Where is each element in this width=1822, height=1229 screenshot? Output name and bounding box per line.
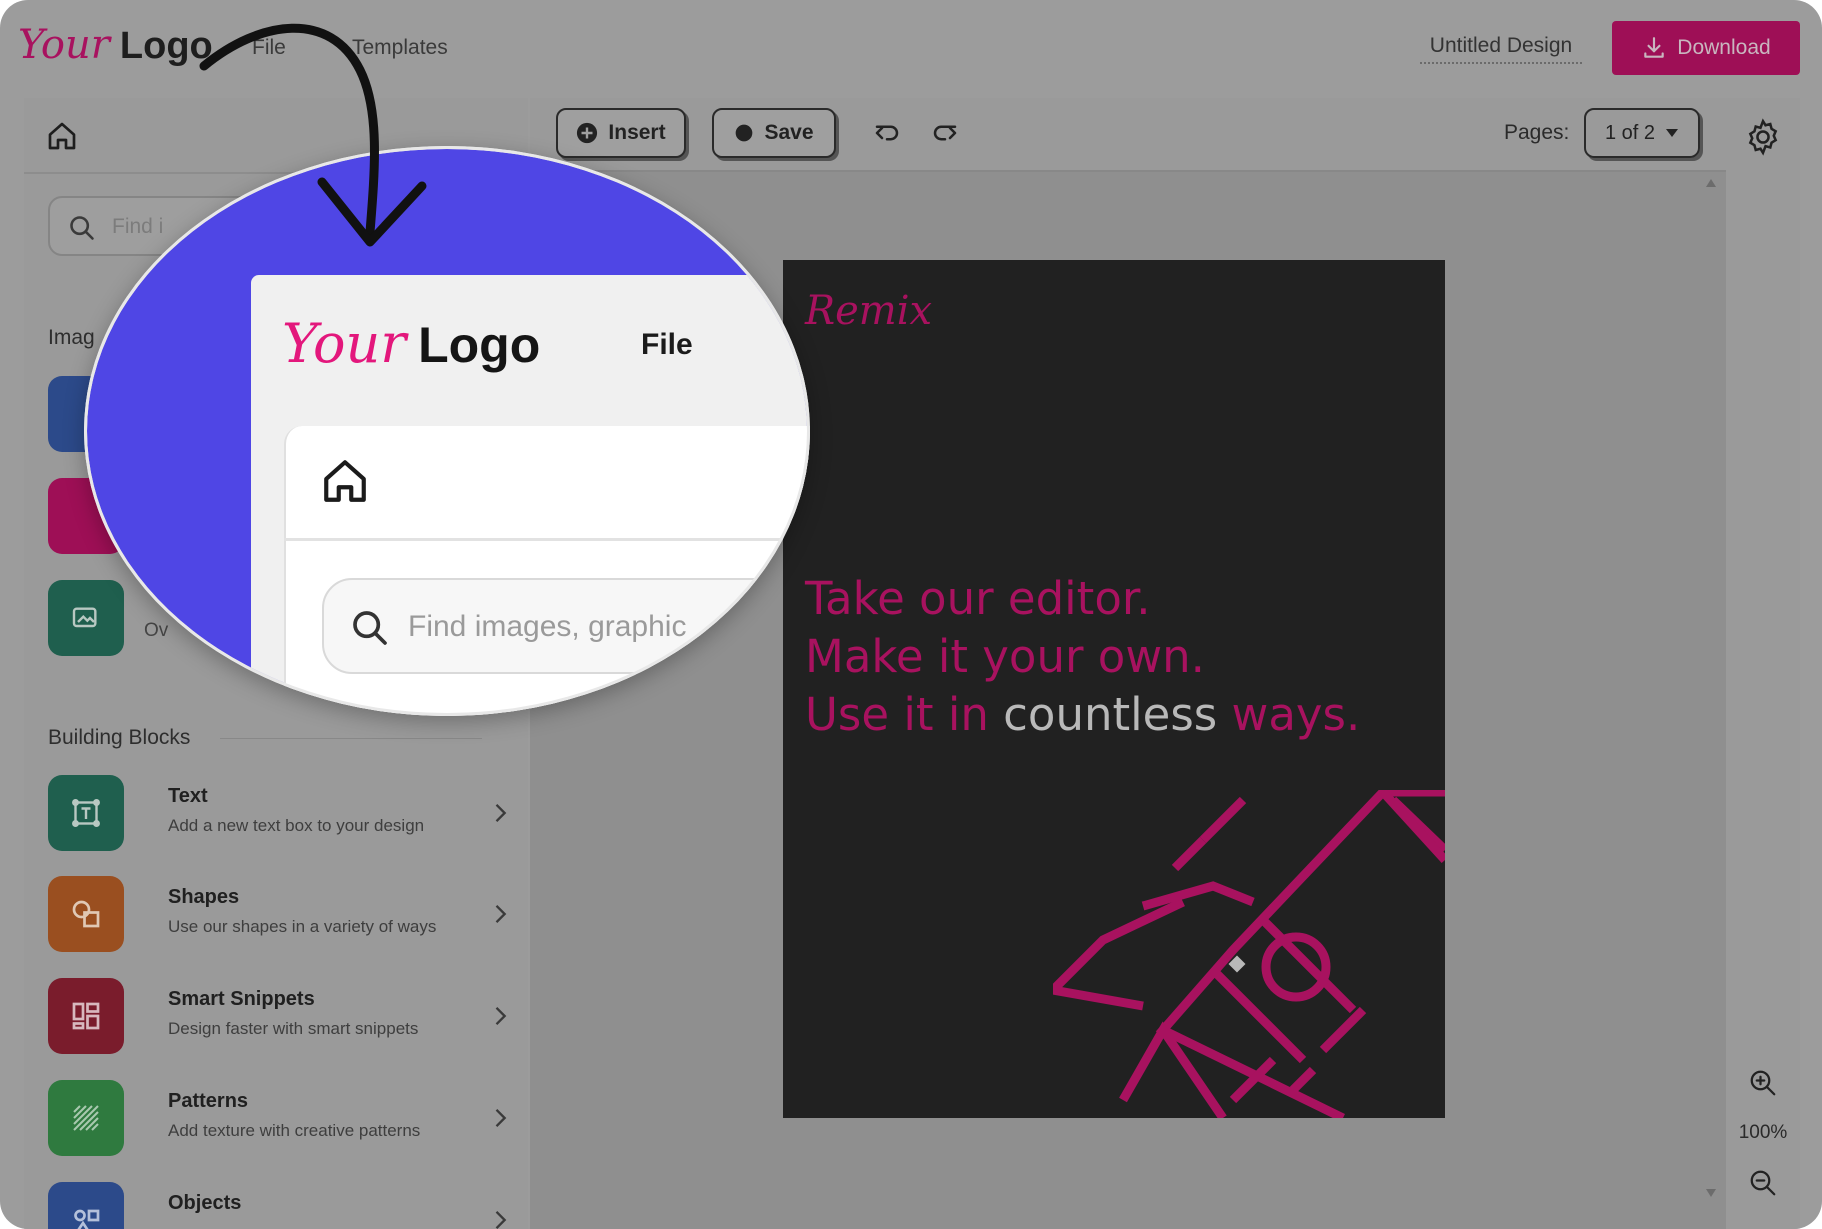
magnified-logo: Your Logo (282, 312, 540, 375)
snippets-icon (72, 1002, 100, 1030)
section-divider (220, 738, 482, 739)
headline-line-3: Use it in countless ways. (805, 686, 1360, 744)
download-label: Download (1677, 36, 1771, 59)
scroll-up-arrow-icon[interactable] (1706, 179, 1716, 187)
design-page[interactable]: Remix Take our editor. Make it your own.… (783, 260, 1445, 1118)
block-title: Patterns (168, 1090, 249, 1112)
caret-down-icon (1666, 129, 1679, 137)
block-description: Use our shapes in a variety of ways (168, 917, 437, 936)
patterns-tile (48, 1080, 124, 1156)
right-rail (1726, 98, 1800, 1229)
snippets-tile (48, 978, 124, 1054)
download-button[interactable]: Download (1612, 21, 1800, 75)
chevron-right-icon (495, 1211, 507, 1229)
save-dot-icon (736, 124, 753, 142)
magnified-file-menu: File (641, 328, 693, 361)
pages-label: Pages: (1504, 121, 1570, 144)
headline-line-3-prefix: Use it in (805, 688, 989, 741)
zoom-out-icon[interactable] (1748, 1168, 1778, 1198)
insert-button[interactable]: Insert (556, 108, 686, 158)
headline-highlight: countless (1003, 688, 1218, 741)
block-smart-snippets[interactable]: Smart Snippets Design faster with smart … (48, 978, 518, 1056)
block-description: Add texture with creative patterns (168, 1121, 421, 1140)
app-window: Your Logo File Templates Untitled Design… (0, 0, 1822, 1229)
save-button[interactable]: Save (712, 108, 836, 158)
block-title: Objects (168, 1192, 242, 1214)
annotation-arrow-icon (199, 23, 427, 247)
block-shapes[interactable]: Shapes Use our shapes in a variety of wa… (48, 876, 518, 954)
magnified-logo-word: Logo (418, 317, 541, 373)
undo-icon[interactable] (870, 118, 904, 148)
gallery-icon (72, 607, 97, 628)
redo-icon[interactable] (928, 118, 962, 148)
block-title: Shapes (168, 886, 240, 908)
chevron-right-icon (495, 1007, 507, 1025)
building-blocks-title: Building Blocks (48, 726, 191, 749)
magnified-logo-your: Your (282, 312, 407, 375)
text-tile (48, 775, 124, 851)
sidebar-search-placeholder: Find i (112, 215, 164, 238)
block-title: Text (168, 785, 208, 807)
block-objects[interactable]: Objects (48, 1182, 518, 1229)
settings-gear-icon[interactable] (1744, 118, 1782, 156)
design-brand-text[interactable]: Remix (805, 288, 932, 334)
images-section-title: Imag (48, 326, 95, 349)
headline-line-2: Make it your own. (805, 630, 1205, 683)
app-logo[interactable]: Your Logo (18, 22, 213, 68)
canvas-vertical-scrollbar[interactable] (1702, 175, 1720, 1229)
search-icon (70, 216, 94, 240)
rocket-illustration[interactable] (1053, 790, 1445, 1118)
zoom-in-icon[interactable] (1748, 1068, 1778, 1098)
overlays-tile[interactable] (48, 580, 124, 656)
design-headline[interactable]: Take our editor. Make it your own. Use i… (805, 570, 1360, 744)
block-text[interactable]: Text Add a new text box to your design (48, 775, 518, 853)
scroll-down-arrow-icon[interactable] (1706, 1189, 1716, 1197)
text-frame-icon (72, 799, 100, 827)
headline-line-1: Take our editor. (805, 572, 1151, 625)
shapes-icon (72, 900, 100, 928)
zoom-level: 100% (1738, 1122, 1788, 1143)
block-title: Smart Snippets (168, 988, 315, 1010)
plus-circle-icon (577, 122, 598, 144)
home-icon[interactable] (46, 120, 78, 152)
shapes-tile (48, 876, 124, 952)
download-icon (1644, 37, 1665, 58)
chevron-right-icon (495, 905, 507, 923)
overlays-label-stub: Ov (144, 620, 169, 641)
block-patterns[interactable]: Patterns Add texture with creative patte… (48, 1080, 518, 1158)
pages-dropdown[interactable]: 1 of 2 (1584, 108, 1700, 158)
insert-label: Insert (608, 121, 666, 144)
pattern-icon (73, 1105, 99, 1131)
chevron-right-icon (495, 1109, 507, 1127)
save-label: Save (764, 121, 814, 144)
logo-your-text: Your (18, 22, 110, 68)
chevron-right-icon (495, 804, 507, 822)
block-description: Design faster with smart snippets (168, 1019, 419, 1038)
block-description: Add a new text box to your design (168, 816, 425, 835)
document-title-input[interactable]: Untitled Design (1420, 34, 1582, 64)
objects-tile (48, 1182, 124, 1229)
objects-icon (74, 1209, 100, 1229)
headline-line-3-suffix: ways. (1231, 688, 1361, 741)
pages-value: 1 of 2 (1604, 121, 1656, 144)
